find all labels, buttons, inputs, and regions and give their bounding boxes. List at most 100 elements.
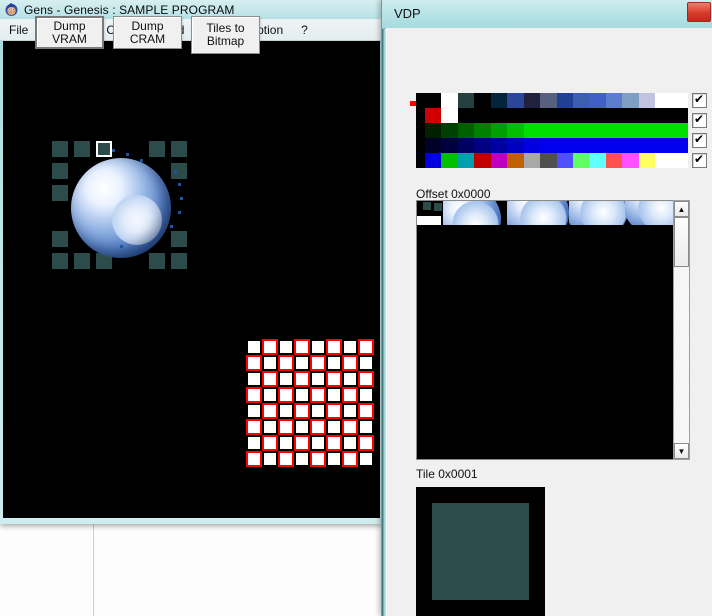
checker-cell-accent[interactable] (262, 339, 278, 355)
palette-swatch[interactable] (490, 108, 508, 123)
palette-swatch[interactable] (671, 138, 688, 153)
palette-swatch[interactable] (572, 138, 590, 153)
palette-swatch[interactable] (556, 123, 573, 138)
palette-swatch[interactable] (507, 108, 524, 123)
checker-cell-accent[interactable] (278, 451, 294, 467)
palette-swatch[interactable] (655, 153, 672, 168)
palette-swatch[interactable] (589, 153, 606, 168)
checker-cell-accent[interactable] (310, 387, 326, 403)
palette-swatch[interactable] (572, 123, 590, 138)
checker-cell[interactable] (326, 451, 342, 467)
checker-cell[interactable] (294, 355, 310, 371)
tiles-to-bitmap-button[interactable]: Tiles to Bitmap (191, 16, 260, 54)
palette-swatch[interactable] (523, 93, 541, 108)
palette-swatch[interactable] (490, 138, 508, 153)
palette-swatch[interactable] (622, 138, 639, 153)
menu-item-file[interactable]: File (0, 21, 37, 39)
scroll-down-button[interactable]: ▼ (674, 443, 689, 459)
checker-cell-accent[interactable] (342, 451, 358, 467)
checker-cell-accent[interactable] (326, 435, 342, 451)
checker-cell[interactable] (326, 419, 342, 435)
palette-swatch[interactable] (655, 93, 672, 108)
palette-swatch[interactable] (622, 123, 639, 138)
palette-swatch[interactable] (655, 108, 672, 123)
palette-swatch[interactable] (441, 93, 458, 108)
palette-swatch[interactable] (556, 138, 573, 153)
palette-swatch[interactable] (556, 153, 573, 168)
checker-cell-accent[interactable] (246, 419, 262, 435)
palette-swatch[interactable] (540, 138, 557, 153)
dump-vram-button[interactable]: Dump VRAM (35, 16, 104, 49)
palette-swatch[interactable] (457, 93, 475, 108)
checker-cell-accent[interactable] (342, 387, 358, 403)
palette-swatch[interactable] (638, 108, 656, 123)
palette-swatch[interactable] (605, 138, 623, 153)
palette-swatch[interactable] (474, 108, 491, 123)
vdp-titlebar[interactable]: VDP (382, 0, 712, 29)
palette-swatch[interactable] (556, 108, 573, 123)
palette-swatch[interactable] (605, 123, 623, 138)
palette-swatch[interactable] (425, 153, 442, 168)
palette-swatch[interactable] (540, 153, 557, 168)
palette-swatch[interactable] (655, 123, 672, 138)
palette-swatch[interactable] (457, 138, 475, 153)
checker-cell[interactable] (294, 387, 310, 403)
palette-swatch[interactable] (671, 153, 688, 168)
palette-swatch[interactable] (572, 108, 590, 123)
checker-cell-accent[interactable] (310, 355, 326, 371)
checker-cell[interactable] (246, 339, 262, 355)
palette-swatch[interactable] (638, 138, 656, 153)
checker-cell-accent[interactable] (262, 371, 278, 387)
checker-cell[interactable] (358, 387, 374, 403)
palette-swatch[interactable] (622, 93, 639, 108)
palette-swatch[interactable] (523, 123, 541, 138)
palette-swatch[interactable] (622, 153, 639, 168)
palette-swatch[interactable] (425, 108, 442, 123)
checker-cell[interactable] (342, 339, 358, 355)
checker-cell-accent[interactable] (278, 419, 294, 435)
palette-row-2-checkbox[interactable] (692, 132, 707, 148)
palette-swatch[interactable] (441, 138, 458, 153)
palette-swatch[interactable] (474, 153, 491, 168)
tile-checker-grid[interactable] (246, 339, 374, 467)
palette-swatch[interactable] (655, 138, 672, 153)
checker-cell-accent[interactable] (358, 371, 374, 387)
checker-cell-accent[interactable] (294, 435, 310, 451)
checker-cell-accent[interactable] (294, 371, 310, 387)
checker-cell-accent[interactable] (326, 339, 342, 355)
palette-swatch[interactable] (523, 153, 541, 168)
palette-swatch[interactable] (572, 93, 590, 108)
palette-swatch[interactable] (490, 93, 508, 108)
vram-viewer[interactable] (416, 200, 687, 460)
checker-cell[interactable] (278, 435, 294, 451)
palette-swatch[interactable] (622, 108, 639, 123)
palette-swatch[interactable] (572, 153, 590, 168)
checker-cell-accent[interactable] (342, 419, 358, 435)
palette-swatch[interactable] (474, 123, 491, 138)
checker-cell-accent[interactable] (246, 451, 262, 467)
palette-swatch[interactable] (671, 123, 688, 138)
palette-swatch[interactable] (589, 108, 606, 123)
palette-swatch[interactable] (507, 93, 524, 108)
palette-swatch[interactable] (523, 138, 541, 153)
checker-cell-accent[interactable] (358, 435, 374, 451)
checker-cell-accent[interactable] (278, 355, 294, 371)
palette-row-1-checkbox[interactable] (692, 112, 707, 128)
checker-cell-accent[interactable] (246, 387, 262, 403)
checker-cell[interactable] (358, 355, 374, 371)
dump-cram-button[interactable]: Dump CRAM (113, 16, 182, 49)
checker-cell[interactable] (294, 419, 310, 435)
tile-marker-selected[interactable] (96, 141, 112, 157)
palette-swatch[interactable] (589, 138, 606, 153)
palette-swatch[interactable] (507, 153, 524, 168)
checker-cell[interactable] (358, 419, 374, 435)
palette-swatch[interactable] (507, 123, 524, 138)
palette-swatch[interactable] (605, 153, 623, 168)
checker-cell[interactable] (310, 371, 326, 387)
vram-scrollbar[interactable]: ▲ ▼ (673, 200, 690, 460)
checker-cell[interactable] (342, 371, 358, 387)
checker-cell-accent[interactable] (310, 419, 326, 435)
palette-swatch[interactable] (605, 108, 623, 123)
palette-swatch[interactable] (507, 138, 524, 153)
checker-cell-accent[interactable] (326, 371, 342, 387)
